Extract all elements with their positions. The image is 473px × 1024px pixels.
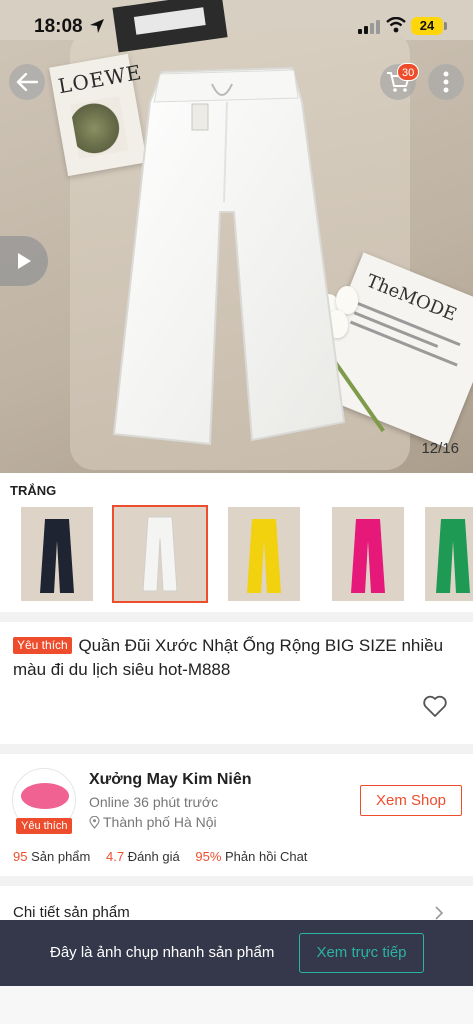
shop-location-text: Thành phố Hà Nội [103,814,217,830]
favorite-tag: Yêu thích [13,637,72,654]
chevron-right-icon [435,906,444,920]
shop-favorite-tag: Yêu thích [16,818,73,834]
pin-icon [89,816,100,829]
variation-thumbnails [0,504,473,604]
section-divider [0,744,473,754]
signal-icon [358,20,380,34]
battery-indicator: 24 [411,17,443,35]
wifi-icon [386,17,406,33]
stat-chat-label: Phản hồi Chat [225,849,308,864]
product-title: Quần Đũi Xước Nhật Ống Rộng BIG SIZE nhi… [13,636,444,679]
more-button[interactable] [428,64,464,100]
pants-thumbnail [40,519,74,593]
product-details-title[interactable]: Chi tiết sản phẩm [13,904,130,921]
pants-thumbnail [247,519,281,593]
stat-chat-num: 95% [195,849,222,864]
shop-stats: 95 Sản phẩm 4.7 Đánh giá 95% Phản hồi Ch… [13,849,319,864]
variation-thumb-pink[interactable] [332,507,404,601]
image-white-pants [112,66,346,446]
section-divider [0,612,473,622]
play-icon [18,253,31,269]
variation-thumb-green[interactable] [425,507,473,601]
shop-online-status: Online 36 phút trước [89,794,219,810]
heart-icon[interactable] [422,694,448,718]
snapshot-banner: Đây là ảnh chụp nhanh sản phẩm Xem trực … [0,920,473,986]
stat-rating-label: Đánh giá [127,849,180,864]
variation-thumb-yellow[interactable] [228,507,300,601]
play-video-button[interactable] [0,236,48,286]
location-arrow-icon [90,19,104,33]
back-button[interactable] [9,64,45,100]
shop-name[interactable]: Xưởng May Kim Niên [89,771,252,789]
bottom-area [0,986,473,1024]
stat-rating-num: 4.7 [105,849,125,864]
stat-products[interactable]: 95 Sản phẩm [13,849,90,864]
shop-location: Thành phố Hà Nội [89,814,217,830]
status-bar: 18:08 24 [0,0,473,52]
back-arrow-icon [16,73,38,91]
product-title-block: Yêu thích Quần Đũi Xước Nhật Ống Rộng BI… [13,634,463,682]
stat-products-label: Sản phẩm [31,849,91,864]
selected-variation-label: TRẮNG [10,483,57,498]
shop-logo [21,783,69,809]
stat-chat-response[interactable]: 95% Phản hồi Chat [195,849,307,864]
stat-products-num: 95 [13,849,28,864]
pants-thumbnail [351,519,385,593]
battery-nub [444,22,447,30]
snapshot-text: Đây là ảnh chụp nhanh sản phẩm [50,944,275,961]
variation-thumb-black[interactable] [21,507,93,601]
section-divider [0,876,473,886]
cart-count-badge: 30 [397,63,420,81]
status-time: 18:08 [34,16,83,37]
pants-thumbnail [142,516,178,592]
image-counter: 12/16 [421,440,459,457]
pants-thumbnail [436,519,470,593]
more-icon [443,71,449,93]
variation-thumb-white[interactable] [112,505,208,603]
view-shop-button[interactable]: Xem Shop [360,785,462,816]
stat-rating[interactable]: 4.7 Đánh giá [106,849,180,864]
view-live-button[interactable]: Xem trực tiếp [299,933,424,973]
